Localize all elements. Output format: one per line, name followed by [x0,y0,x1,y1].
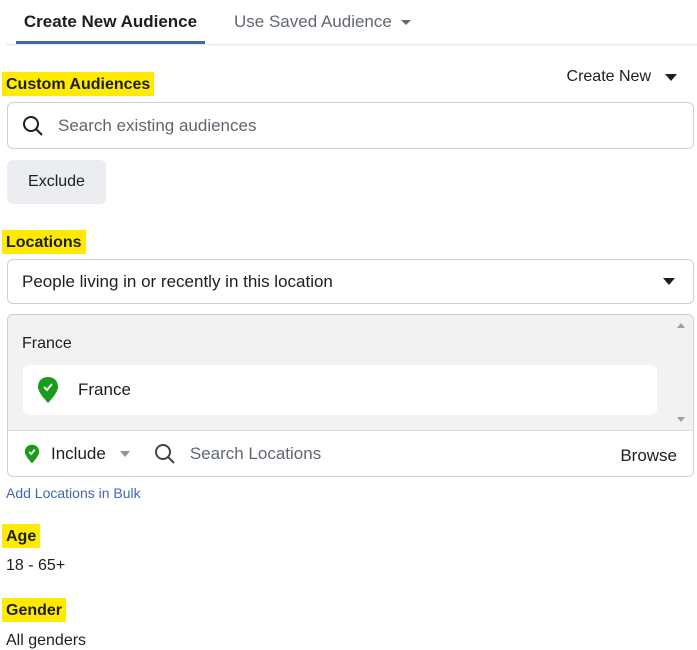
location-search-input[interactable]: Search Locations [154,443,620,465]
caret-down-icon [119,450,130,457]
tab-create-new-audience[interactable]: Create New Audience [16,0,205,44]
section-title-custom-audiences: Custom Audiences [2,72,155,96]
location-group-label: France [22,335,72,352]
location-type-select[interactable]: People living in or recently in this loc… [7,259,694,304]
create-new-label: Create New [566,68,651,85]
gender-value: All genders [6,632,87,649]
location-pin-check-icon [38,377,58,403]
caret-down-icon [663,278,675,285]
locations-box: France France Include Search Locations B… [7,314,694,477]
exclude-button[interactable]: Exclude [7,160,106,204]
search-placeholder: Search existing audiences [58,115,257,135]
section-title-age: Age [2,524,41,548]
scroll-up-icon[interactable] [677,323,685,328]
caret-down-icon [401,19,412,25]
location-type-value: People living in or recently in this loc… [22,271,333,291]
include-label: Include [51,443,106,463]
location-pin-check-icon [24,444,40,463]
tab-label: Create New Audience [23,12,198,31]
add-locations-bulk-link[interactable]: Add Locations in Bulk [6,485,141,501]
tab-label: Use Saved Audience [234,12,392,31]
scroll-down-icon[interactable] [677,417,685,422]
location-item-france[interactable]: France [23,365,657,415]
section-title-locations: Locations [2,230,86,254]
audience-search-input[interactable]: Search existing audiences [7,102,694,149]
location-search-placeholder: Search Locations [189,443,322,463]
create-new-dropdown[interactable]: Create New [567,68,677,86]
caret-down-icon [665,73,677,81]
search-icon [154,443,175,464]
tab-use-saved-audience[interactable]: Use Saved Audience [234,0,412,44]
tab-divider [6,44,697,45]
include-dropdown[interactable]: Include [24,444,130,464]
section-title-gender: Gender [2,598,67,622]
browse-button[interactable]: Browse [620,446,677,466]
age-value: 18 - 65+ [6,557,66,574]
location-item-label: France [78,380,131,399]
search-icon [23,115,43,136]
exclude-label: Exclude [28,173,85,190]
